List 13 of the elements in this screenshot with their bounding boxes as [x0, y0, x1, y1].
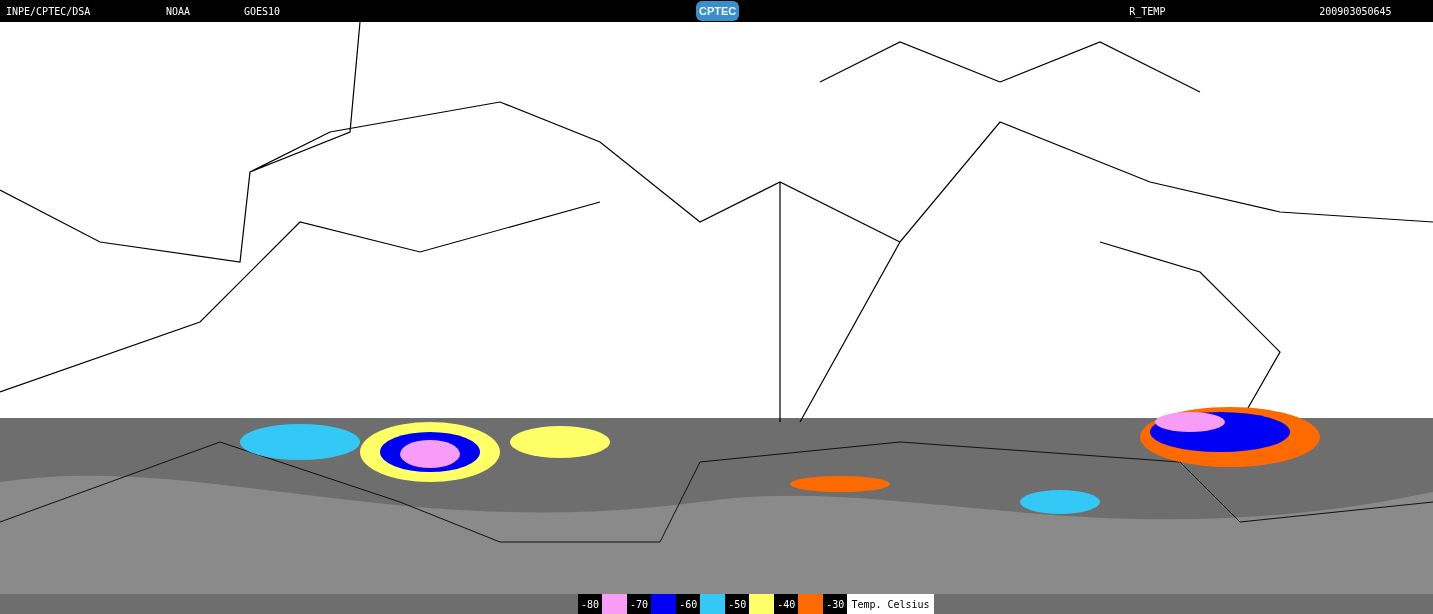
legend-value: -30: [823, 594, 848, 614]
legend-value: -70: [627, 594, 652, 614]
satellite-label: GOES10: [244, 4, 282, 19]
timestamp-label: 200903050645: [1319, 4, 1392, 19]
legend-value: -50: [725, 594, 750, 614]
legend-value: -60: [676, 594, 701, 614]
legend-unit: Temp. Celsius: [847, 594, 934, 614]
legend-value: -80: [578, 594, 603, 614]
legend-value: -40: [774, 594, 799, 614]
product-label: R_TEMP: [1129, 4, 1167, 19]
source-label: INPE/CPTEC/DSA: [6, 4, 92, 19]
logo: CPTEC: [696, 1, 740, 21]
agency-label: NOAA: [166, 4, 192, 19]
